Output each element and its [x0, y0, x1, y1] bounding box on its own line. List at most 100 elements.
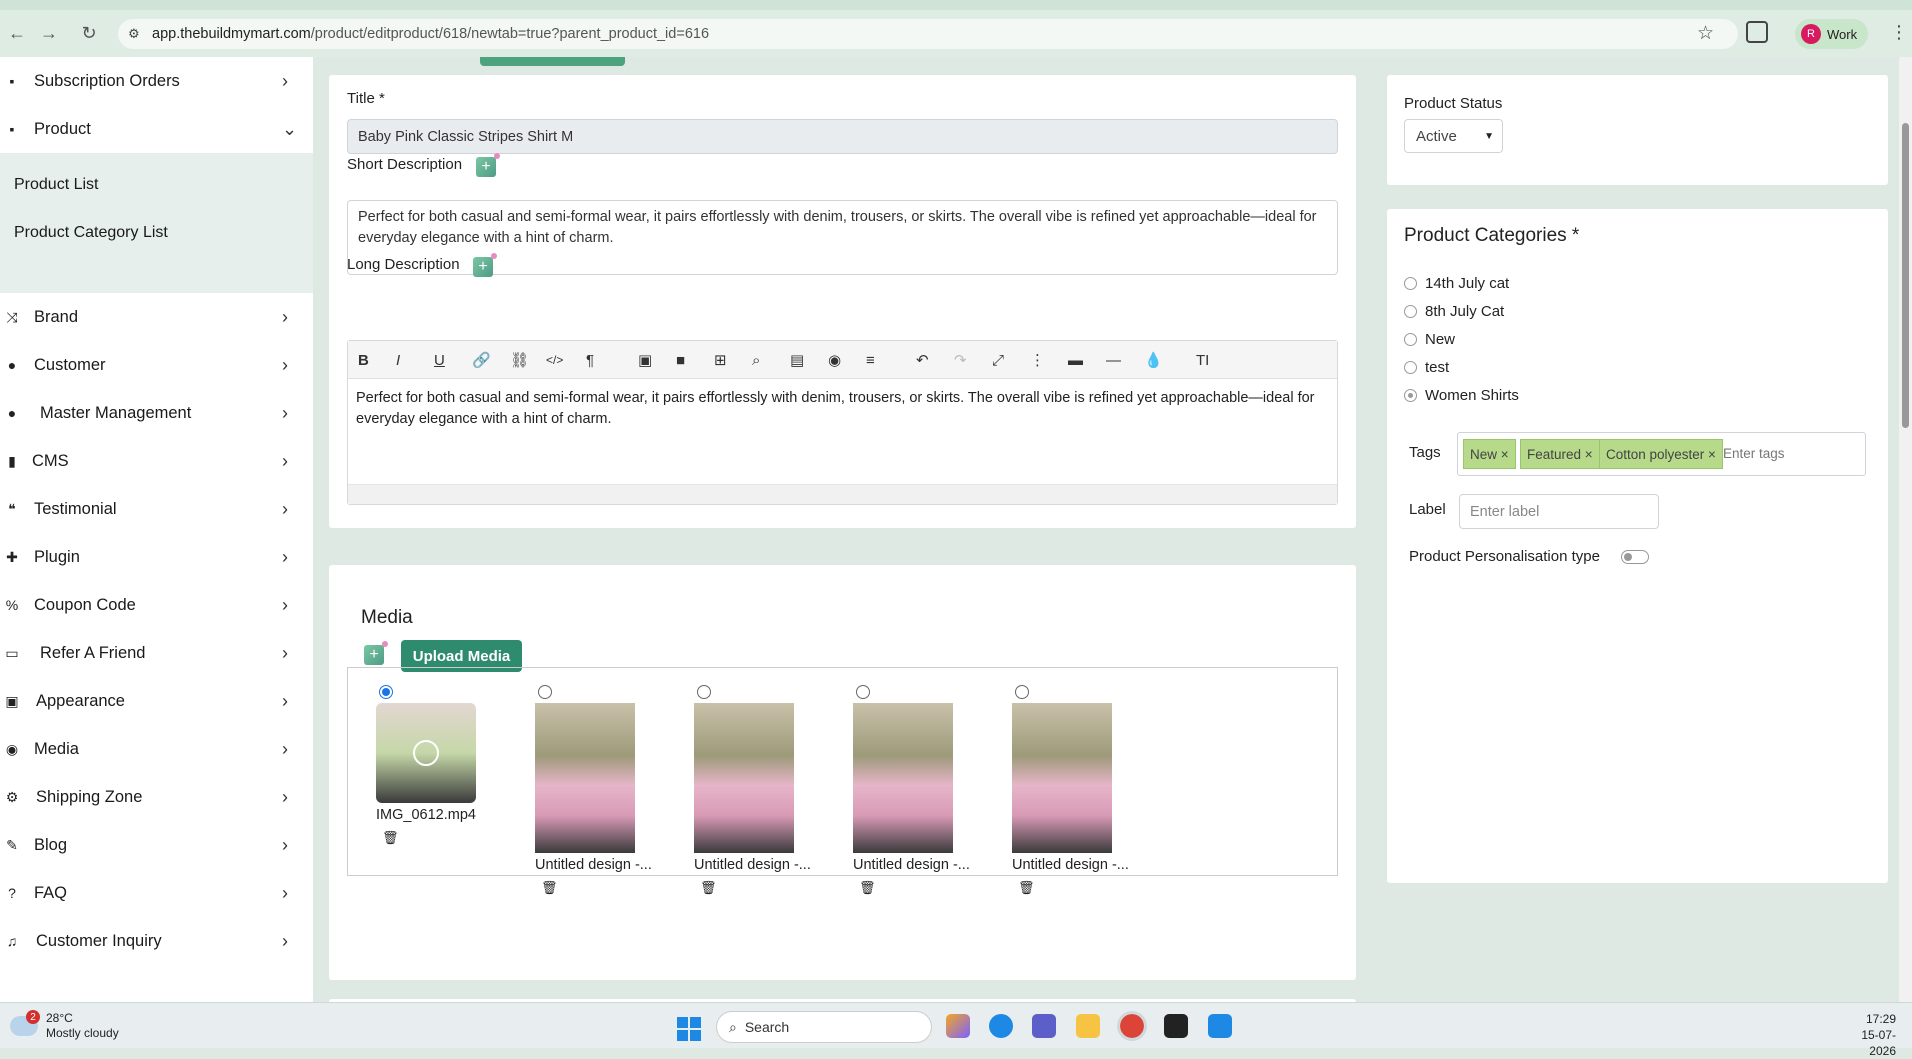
category-radio[interactable]: [1404, 361, 1417, 374]
table-icon[interactable]: ⊞: [714, 350, 727, 370]
horizontal-rule-icon[interactable]: —: [1106, 350, 1121, 370]
link-icon[interactable]: 🔗: [472, 350, 491, 370]
image-thumbnail[interactable]: [535, 703, 635, 853]
sidebar-item-product[interactable]: ▪ Product ⌄: [0, 105, 313, 153]
label-input[interactable]: Enter label: [1459, 494, 1659, 529]
long-description-content[interactable]: Perfect for both casual and semi-formal …: [356, 388, 1331, 430]
teams-icon[interactable]: [1032, 1014, 1056, 1038]
sidebar-sub-product-category-list[interactable]: Product Category List: [14, 224, 168, 242]
system-clock[interactable]: 17:29 15-07-2026: [1836, 1011, 1896, 1059]
media-select-radio[interactable]: [1015, 685, 1029, 699]
trash-icon[interactable]: 🗑: [859, 880, 876, 896]
sidebar-item-appearance[interactable]: ▣ Appearance ›: [0, 677, 313, 725]
title-input[interactable]: Baby Pink Classic Stripes Shirt M: [347, 119, 1338, 154]
category-radio[interactable]: [1404, 389, 1417, 402]
ai-generate-icon[interactable]: +: [364, 641, 388, 665]
image-thumbnail[interactable]: [1012, 703, 1112, 853]
italic-icon[interactable]: I: [396, 350, 400, 370]
taskbar-search[interactable]: ⌕ Search: [716, 1011, 932, 1043]
category-radio[interactable]: [1404, 277, 1417, 290]
sidebar-item-customer-inquiry[interactable]: ♫ Customer Inquiry ›: [0, 917, 313, 965]
sidebar-item-subscription-orders[interactable]: ▪ Subscription Orders ›: [0, 57, 313, 105]
video-thumbnail[interactable]: [376, 703, 476, 803]
category-radio[interactable]: [1404, 333, 1417, 346]
extensions-icon[interactable]: [1746, 21, 1768, 43]
bold-icon[interactable]: B: [358, 350, 369, 370]
sidebar-item-brand[interactable]: ⤨ Brand ›: [0, 293, 313, 341]
app-icon[interactable]: [1164, 1014, 1188, 1038]
trash-icon[interactable]: 🗑: [382, 830, 399, 846]
video-icon[interactable]: ■: [676, 350, 685, 370]
image-thumbnail[interactable]: [853, 703, 953, 853]
bookmark-star-icon[interactable]: ☆: [1697, 22, 1714, 45]
category-option[interactable]: 14th July cat: [1404, 275, 1509, 292]
format-painter-icon[interactable]: ▬: [1068, 350, 1083, 370]
paragraph-icon[interactable]: ¶: [586, 350, 594, 370]
undo-icon[interactable]: ↶: [916, 350, 929, 370]
media-select-radio[interactable]: [856, 685, 870, 699]
weather-widget[interactable]: 2 28°C Mostly cloudy: [10, 1010, 119, 1041]
sidebar-sub-product-list[interactable]: Product List: [14, 176, 98, 194]
tags-input[interactable]: New × Featured × Cotton polyester × Ente…: [1457, 432, 1866, 476]
sidebar-item-coupon-code[interactable]: % Coupon Code ›: [0, 581, 313, 629]
product-status-select[interactable]: Active ▼: [1404, 119, 1503, 153]
short-description-textarea[interactable]: Perfect for both casual and semi-formal …: [347, 200, 1338, 275]
image-thumbnail[interactable]: [694, 703, 794, 853]
tag-chip[interactable]: New ×: [1463, 439, 1516, 469]
unlink-icon[interactable]: ⛓: [510, 350, 529, 370]
trash-icon[interactable]: 🗑: [1018, 880, 1035, 896]
sidebar-item-cms[interactable]: ▮ CMS ›: [0, 437, 313, 485]
site-info-icon[interactable]: ⚙: [128, 26, 140, 42]
preview-eye-icon[interactable]: ◉: [828, 350, 841, 370]
tag-chip[interactable]: Featured ×: [1520, 439, 1600, 469]
edge-icon[interactable]: [989, 1014, 1013, 1038]
sidebar-item-master-management[interactable]: ● Master Management ›: [0, 389, 313, 437]
document-icon[interactable]: ▤: [790, 350, 804, 370]
browser-menu-icon[interactable]: ⋮: [1890, 22, 1908, 43]
reload-icon[interactable]: ↻: [78, 22, 100, 44]
code-icon[interactable]: </>: [546, 350, 563, 370]
sidebar-item-testimonial[interactable]: ❝ Testimonial ›: [0, 485, 313, 533]
file-explorer-icon[interactable]: [1076, 1014, 1100, 1038]
category-radio[interactable]: [1404, 305, 1417, 318]
page-scrollbar[interactable]: [1899, 57, 1912, 1002]
sidebar-item-plugin[interactable]: ✚ Plugin ›: [0, 533, 313, 581]
copilot-icon[interactable]: [946, 1014, 970, 1038]
scrollbar-thumb[interactable]: [1902, 123, 1909, 428]
ai-generate-icon[interactable]: +: [476, 153, 500, 177]
chrome-icon[interactable]: [1117, 1011, 1147, 1041]
font-size-icon[interactable]: TI: [1196, 350, 1209, 370]
trash-icon[interactable]: 🗑: [541, 880, 558, 896]
sidebar-item-media[interactable]: ◉ Media ›: [0, 725, 313, 773]
category-option[interactable]: 8th July Cat: [1404, 303, 1504, 320]
back-icon[interactable]: ←: [6, 22, 28, 44]
media-select-radio[interactable]: [379, 685, 393, 699]
profile-button[interactable]: R Work: [1795, 19, 1868, 49]
trash-icon[interactable]: 🗑: [700, 880, 717, 896]
search-icon[interactable]: ⌕: [752, 350, 760, 370]
category-option[interactable]: New: [1404, 331, 1455, 348]
align-icon[interactable]: ≡: [866, 350, 875, 370]
media-select-radio[interactable]: [538, 685, 552, 699]
underline-icon[interactable]: U: [434, 350, 445, 370]
sidebar-item-blog[interactable]: ✎ Blog ›: [0, 821, 313, 869]
address-bar[interactable]: ⚙ app.thebuildmymart.com/product/editpro…: [118, 19, 1738, 49]
text-color-icon[interactable]: 💧: [1144, 350, 1163, 370]
sidebar-item-shipping-zone[interactable]: ⚙ Shipping Zone ›: [0, 773, 313, 821]
redo-icon[interactable]: ↷: [954, 350, 967, 370]
category-option[interactable]: test: [1404, 359, 1449, 376]
image-icon[interactable]: ▣: [638, 350, 652, 370]
sidebar-item-customer[interactable]: ● Customer ›: [0, 341, 313, 389]
more-icon[interactable]: ⋮: [1030, 350, 1045, 370]
ai-generate-icon[interactable]: +: [473, 253, 497, 277]
tag-chip[interactable]: Cotton polyester ×: [1599, 439, 1723, 469]
media-select-radio[interactable]: [697, 685, 711, 699]
fullscreen-icon[interactable]: ⤢: [992, 350, 1004, 370]
sidebar-item-refer-a-friend[interactable]: ▭ Refer A Friend ›: [0, 629, 313, 677]
notepad-icon[interactable]: [1208, 1014, 1232, 1038]
sidebar-item-faq[interactable]: ? FAQ ›: [0, 869, 313, 917]
category-option[interactable]: Women Shirts: [1404, 387, 1519, 404]
forward-icon[interactable]: →: [38, 22, 60, 44]
personalisation-toggle[interactable]: [1621, 550, 1649, 564]
start-button[interactable]: [677, 1017, 701, 1041]
